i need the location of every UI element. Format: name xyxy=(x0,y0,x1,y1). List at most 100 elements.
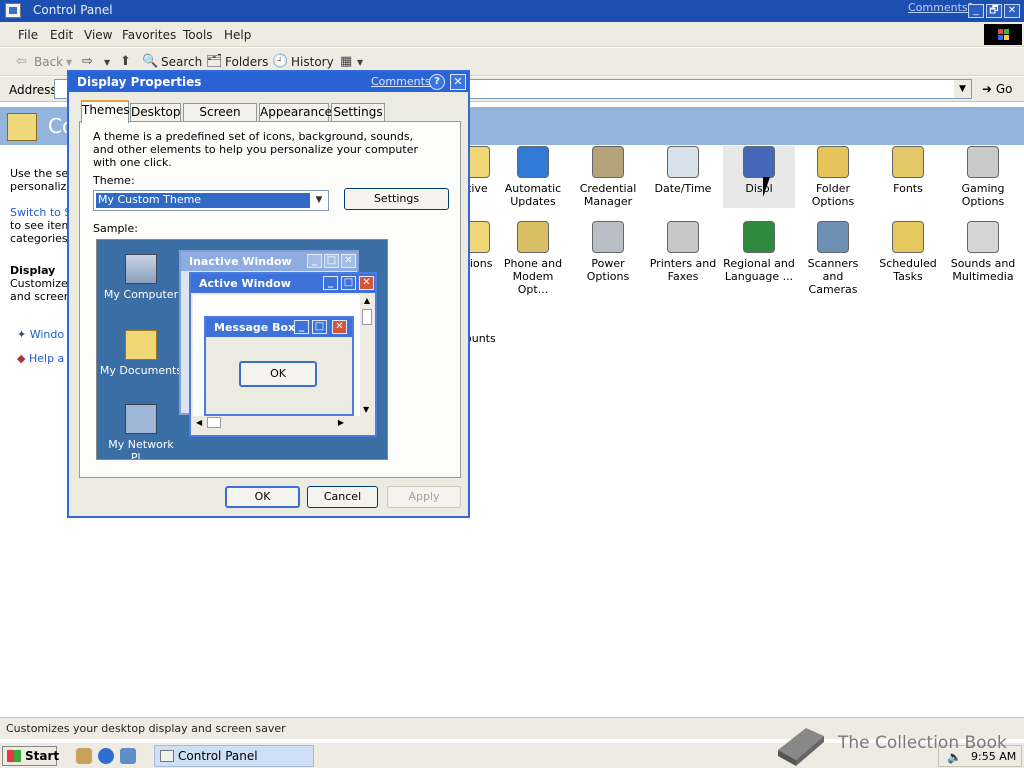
menu-bar: File Edit View Favorites Tools Help xyxy=(0,22,1024,47)
outlook-express-icon[interactable] xyxy=(120,748,136,764)
taskbar-control-panel[interactable]: Control Panel xyxy=(154,745,314,767)
windows-flag-icon xyxy=(7,750,21,762)
restore-button[interactable]: 🗗 xyxy=(986,4,1002,18)
cp-item[interactable]: Automatic Updates xyxy=(497,146,569,208)
history-button[interactable]: History xyxy=(291,55,334,69)
my-computer-icon xyxy=(125,254,157,284)
mouse-cursor-icon xyxy=(763,177,770,197)
message-box-title: Message Box xyxy=(214,321,296,334)
dialog-help-button[interactable]: ? xyxy=(429,74,445,90)
cp-item-label: Printers and Faxes xyxy=(649,257,717,283)
window-title: Control Panel xyxy=(33,3,113,17)
cp-item-label: Fonts xyxy=(893,182,923,195)
show-desktop-icon[interactable] xyxy=(76,748,92,764)
apply-button[interactable]: Apply xyxy=(387,486,461,508)
cp-item-label: Date/Time xyxy=(654,182,712,195)
cp-item[interactable]: Phone and Modem Opt... xyxy=(497,221,569,296)
tab-themes[interactable]: Themes xyxy=(81,100,130,123)
windows-logo-icon xyxy=(984,24,1022,45)
menu-help[interactable]: Help xyxy=(224,28,251,42)
msgbox-close-icon: ✕ xyxy=(332,320,347,334)
forward-dropdown-icon[interactable]: ▼ xyxy=(104,58,110,67)
sample-ok-button: OK xyxy=(239,361,317,387)
ok-button[interactable]: OK xyxy=(225,486,300,508)
comments-link[interactable]: Comments? xyxy=(908,1,973,14)
windows-link[interactable]: ✦ Windo xyxy=(17,328,64,341)
watermark-text: The Collection Book xyxy=(838,733,1007,753)
help-link[interactable]: ◆ Help a xyxy=(17,352,64,365)
menu-edit[interactable]: Edit xyxy=(50,28,73,42)
menu-tools[interactable]: Tools xyxy=(183,28,213,42)
minimize-button[interactable]: _ xyxy=(968,4,984,18)
display-properties-dialog: Display Properties Comments? ? ✕ Themes … xyxy=(67,70,470,518)
cp-item-label: Sounds and Multimedia xyxy=(950,257,1016,283)
tab-settings[interactable]: Settings xyxy=(331,103,385,122)
my-documents-icon xyxy=(125,330,157,360)
details-text-1: Customizes xyxy=(10,277,74,290)
cancel-button[interactable]: Cancel xyxy=(307,486,378,508)
theme-description: A theme is a predefined set of icons, ba… xyxy=(93,130,418,169)
watermark: The Collection Book xyxy=(772,718,1022,768)
window-titlebar[interactable]: Control Panel Comments? _ 🗗 ✕ xyxy=(0,0,1024,22)
cp-item[interactable]: Fonts xyxy=(872,146,944,208)
menu-favorites[interactable]: Favorites xyxy=(122,28,176,42)
taskbar-control-panel-icon xyxy=(160,750,174,762)
active-minimize-icon: _ xyxy=(323,276,338,290)
tab-appearance[interactable]: Appearance xyxy=(259,103,332,122)
back-arrow-icon: ⇦ xyxy=(16,54,27,69)
dialog-comments-link[interactable]: Comments? xyxy=(371,75,436,88)
menu-view[interactable]: View xyxy=(84,28,112,42)
address-label: Address xyxy=(9,83,57,97)
cp-item[interactable]: Gaming Options xyxy=(947,146,1019,208)
fonts-folder-icon xyxy=(892,146,924,178)
internet-explorer-icon[interactable] xyxy=(98,748,114,764)
back-dropdown-icon[interactable]: ▼ xyxy=(66,58,72,67)
help-book-icon: ◆ xyxy=(17,352,29,365)
search-button[interactable]: Search xyxy=(161,55,202,69)
go-button[interactable]: ➜ Go xyxy=(982,82,1013,96)
forward-button[interactable]: ⇨ xyxy=(82,54,93,69)
address-dropdown-icon[interactable]: ▼ xyxy=(954,80,971,98)
cp-item[interactable]: Printers and Faxes xyxy=(647,221,719,283)
cp-item-label: Credential Manager xyxy=(579,182,637,208)
cp-item[interactable]: Credential Manager xyxy=(572,146,644,208)
start-button[interactable]: Start xyxy=(2,746,59,766)
back-button[interactable]: Back xyxy=(34,55,63,69)
history-icon: 🕘 xyxy=(272,54,289,69)
sample-label: Sample: xyxy=(93,222,138,235)
dialog-close-button[interactable]: ✕ xyxy=(450,74,466,90)
close-button[interactable]: ✕ xyxy=(1004,4,1020,18)
menu-file[interactable]: File xyxy=(18,28,38,42)
cp-item[interactable]: Folder Options xyxy=(797,146,869,208)
theme-select[interactable]: My Custom Theme ▼ xyxy=(93,190,329,211)
cp-item[interactable]: Displ xyxy=(723,146,795,208)
control-panel-icon xyxy=(7,113,37,141)
views-dropdown-icon[interactable]: ▼ xyxy=(357,58,363,67)
tab-desktop[interactable]: Desktop xyxy=(130,103,181,122)
themes-panel: A theme is a predefined set of icons, ba… xyxy=(79,121,461,478)
globe-icon xyxy=(743,221,775,253)
active-window-title: Active Window xyxy=(199,277,291,290)
dialog-title: Display Properties xyxy=(77,75,202,89)
inactive-close-icon: ✕ xyxy=(341,254,356,268)
msgbox-maximize-icon: □ xyxy=(312,320,327,334)
cp-item[interactable]: Power Options xyxy=(572,221,644,283)
switch-view-link[interactable]: Switch to Si xyxy=(10,206,74,219)
book-icon xyxy=(778,728,824,766)
up-folder-icon[interactable]: ⬆ xyxy=(120,54,131,69)
folders-button[interactable]: Folders xyxy=(225,55,268,69)
cp-item-label: Gaming Options xyxy=(961,182,1005,208)
sample-vertical-scrollbar: ▲ ▼ xyxy=(360,295,374,416)
dialog-titlebar[interactable]: Display Properties Comments? ? ✕ xyxy=(69,72,468,92)
cp-item[interactable]: Scanners and Cameras xyxy=(797,221,869,296)
views-icon[interactable]: ▦ xyxy=(340,54,352,69)
active-maximize-icon: □ xyxy=(341,276,356,290)
tab-screen-saver[interactable]: Screen Saver xyxy=(183,103,257,136)
cp-item[interactable]: Date/Time xyxy=(647,146,719,208)
theme-settings-button[interactable]: Settings xyxy=(344,188,449,210)
cp-item-label: Folder Options xyxy=(811,182,855,208)
cp-item[interactable]: Sounds and Multimedia xyxy=(947,221,1019,283)
theme-dropdown-icon[interactable]: ▼ xyxy=(311,192,327,209)
cp-item[interactable]: Regional and Language ... xyxy=(723,221,795,283)
cp-item[interactable]: Scheduled Tasks xyxy=(872,221,944,283)
